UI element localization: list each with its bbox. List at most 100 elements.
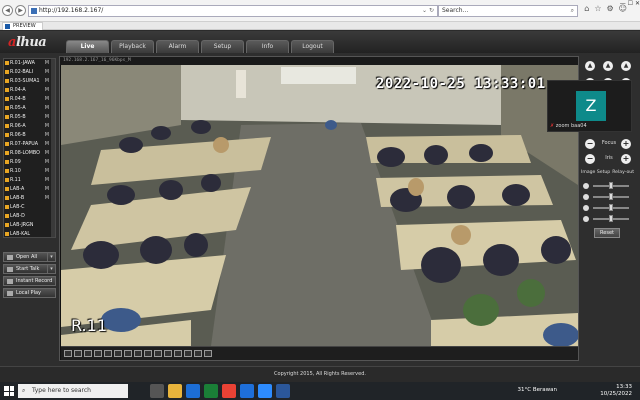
- open-all-button[interactable]: Open All ▾: [3, 252, 56, 262]
- layout-8-icon[interactable]: [114, 350, 122, 357]
- iris-plus-icon[interactable]: +: [621, 154, 631, 164]
- camera-stream-mark[interactable]: M: [45, 104, 49, 113]
- chrome-icon[interactable]: [222, 384, 236, 398]
- local-play-button[interactable]: Local Play: [3, 288, 56, 298]
- file-explorer-icon[interactable]: [168, 384, 182, 398]
- menu-logout[interactable]: Logout: [291, 40, 334, 53]
- back-button[interactable]: ◀: [2, 5, 13, 16]
- favorites-icon[interactable]: ☆: [594, 4, 606, 13]
- camera-list-item[interactable]: R.08-LOMBO M: [4, 149, 55, 158]
- ptz-up-icon[interactable]: ▲: [603, 61, 613, 71]
- zoom-participant-window[interactable]: Z ✗ zoom baa04: [547, 80, 632, 132]
- camera-list-item[interactable]: LAB-A M: [4, 185, 55, 194]
- camera-list-item[interactable]: R.11 M: [4, 176, 55, 185]
- layout-4-icon[interactable]: [74, 350, 82, 357]
- forward-button[interactable]: ▶: [15, 5, 26, 16]
- window-controls[interactable]: — ☐ ✕: [620, 0, 640, 7]
- home-icon[interactable]: ⌂: [584, 4, 594, 13]
- camera-list-item[interactable]: R.06-B M: [4, 131, 55, 140]
- slider-knob[interactable]: [609, 182, 613, 189]
- camera-list-item[interactable]: LAB-C: [4, 203, 55, 212]
- camera-list-item[interactable]: LAB-KAL: [4, 230, 55, 237]
- task-view-icon[interactable]: [150, 384, 164, 398]
- camera-stream-mark[interactable]: M: [45, 131, 49, 140]
- weather-widget[interactable]: 31°C Berawan: [518, 387, 557, 393]
- layout-36-icon[interactable]: [164, 350, 172, 357]
- snapshot-icon[interactable]: [174, 350, 182, 357]
- camera-list-item[interactable]: R.05-A M: [4, 104, 55, 113]
- camera-list-item[interactable]: R.10 M: [4, 167, 55, 176]
- camera-list-item[interactable]: R.04-A M: [4, 86, 55, 95]
- camera-list-item[interactable]: R.03-SUMA1 M: [4, 77, 55, 86]
- menu-info[interactable]: Info: [246, 40, 289, 53]
- zoom-app-icon[interactable]: [258, 384, 272, 398]
- audio-icon[interactable]: [194, 350, 202, 357]
- layout-9-icon[interactable]: [84, 350, 92, 357]
- camera-list-scrollbar[interactable]: [51, 59, 55, 237]
- menu-playback[interactable]: Playback: [111, 40, 154, 53]
- settings-gear-icon[interactable]: ⚙: [606, 4, 618, 13]
- camera-list-item[interactable]: R.01-JAWA M: [4, 59, 55, 68]
- saturation-slider[interactable]: [583, 204, 633, 212]
- camera-stream-mark[interactable]: M: [45, 77, 49, 86]
- camera-stream-mark[interactable]: M: [45, 167, 49, 176]
- contrast-slider[interactable]: [583, 193, 633, 201]
- layout-20-icon[interactable]: [144, 350, 152, 357]
- camera-list-item[interactable]: LAB-JRGN: [4, 221, 55, 230]
- camera-list-item[interactable]: R.05-B M: [4, 113, 55, 122]
- reset-button[interactable]: Reset: [594, 228, 620, 238]
- hue-slider[interactable]: [583, 215, 633, 223]
- camera-stream-mark[interactable]: M: [45, 95, 49, 104]
- layout-6-icon[interactable]: [104, 350, 112, 357]
- camera-video-feed[interactable]: 2022-10-25 13:33:01 R.11: [61, 65, 578, 346]
- camera-stream-mark[interactable]: M: [45, 194, 49, 203]
- camera-list-item[interactable]: R.04-B M: [4, 95, 55, 104]
- camera-stream-mark[interactable]: M: [45, 113, 49, 122]
- iris-minus-icon[interactable]: −: [585, 154, 595, 164]
- camera-list-item[interactable]: R.07-PAPUA M: [4, 140, 55, 149]
- ie-icon[interactable]: [240, 384, 254, 398]
- layout-13-icon[interactable]: [124, 350, 132, 357]
- focus-minus-icon[interactable]: −: [585, 139, 595, 149]
- windows-start-icon[interactable]: [4, 386, 14, 396]
- ptz-up-right-icon[interactable]: ▲: [621, 61, 631, 71]
- instant-record-button[interactable]: Instant Record: [3, 276, 56, 286]
- chevron-down-icon[interactable]: ▾: [47, 253, 55, 261]
- store-icon[interactable]: [186, 384, 200, 398]
- excel-icon[interactable]: [204, 384, 218, 398]
- address-tools-icon[interactable]: ⌄ ↻: [422, 6, 434, 16]
- ptz-up-left-icon[interactable]: ▲: [585, 61, 595, 71]
- slider-knob[interactable]: [609, 204, 613, 211]
- camera-stream-mark[interactable]: M: [45, 68, 49, 77]
- camera-stream-mark[interactable]: M: [45, 122, 49, 131]
- word-icon[interactable]: [276, 384, 290, 398]
- start-talk-button[interactable]: Start Talk ▾: [3, 264, 56, 274]
- camera-stream-mark[interactable]: M: [45, 176, 49, 185]
- tab-relay-out[interactable]: Relay-out: [612, 170, 634, 175]
- layout-1-icon[interactable]: [64, 350, 72, 357]
- camera-list-item[interactable]: LAB-D: [4, 212, 55, 221]
- slider-knob[interactable]: [609, 193, 613, 200]
- layout-16-icon[interactable]: [134, 350, 142, 357]
- layout-25-icon[interactable]: [154, 350, 162, 357]
- address-bar[interactable]: http://192.168.2.167/ ⌄ ↻: [28, 5, 438, 17]
- taskbar-clock[interactable]: 13:33 10/25/2022: [600, 384, 632, 398]
- menu-live[interactable]: Live: [66, 40, 109, 53]
- camera-stream-mark[interactable]: M: [45, 86, 49, 95]
- camera-stream-mark[interactable]: M: [45, 59, 49, 68]
- camera-stream-mark[interactable]: M: [45, 149, 49, 158]
- camera-stream-mark[interactable]: M: [45, 140, 49, 149]
- camera-list-item[interactable]: R.06-A M: [4, 122, 55, 131]
- search-icon[interactable]: ⌕: [571, 6, 574, 16]
- slider-knob[interactable]: [609, 215, 613, 222]
- camera-stream-mark[interactable]: M: [45, 158, 49, 167]
- browser-tab[interactable]: PREVIEW: [2, 22, 43, 30]
- chevron-down-icon[interactable]: ▾: [47, 265, 55, 273]
- camera-stream-mark[interactable]: M: [45, 185, 49, 194]
- camera-list-item[interactable]: R.02-BALI M: [4, 68, 55, 77]
- tab-image-setup[interactable]: Image Setup: [581, 170, 610, 175]
- brightness-slider[interactable]: [583, 182, 633, 190]
- fullscreen-icon[interactable]: [94, 350, 102, 357]
- menu-alarm[interactable]: Alarm: [156, 40, 199, 53]
- close-all-icon[interactable]: [204, 350, 212, 357]
